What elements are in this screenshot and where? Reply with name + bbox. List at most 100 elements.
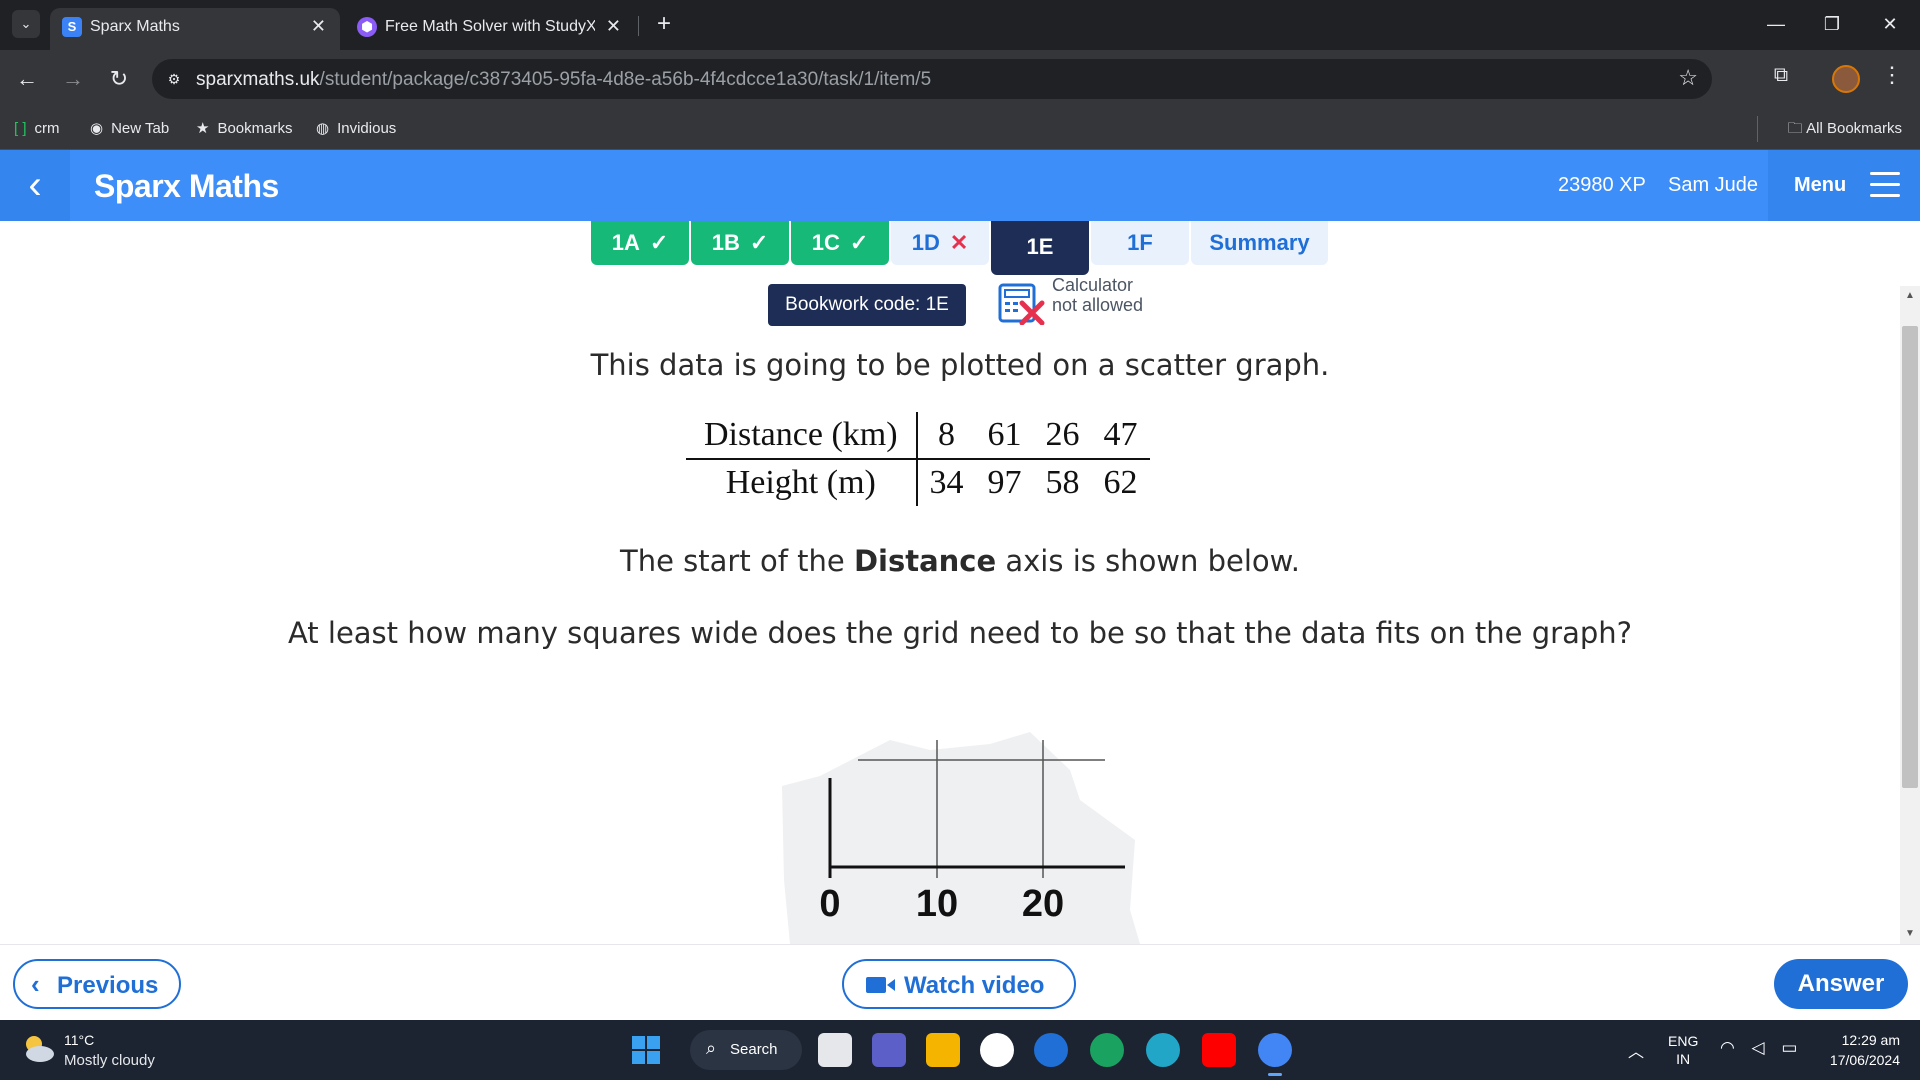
back-chevron-icon[interactable]: ‹ bbox=[0, 150, 70, 221]
globe-icon: ◉ bbox=[90, 120, 104, 137]
watch-video-button[interactable]: Watch video bbox=[842, 959, 1076, 1009]
language-indicator[interactable]: ENG IN bbox=[1668, 1032, 1698, 1068]
bookmarks-bar: [ ] crm ◉ New Tab ★ Bookmarks ◍ Invidious 🗀 … bbox=[0, 108, 1920, 150]
answer-button[interactable]: Answer bbox=[1774, 959, 1908, 1009]
minimize-icon[interactable]: — bbox=[1756, 10, 1796, 38]
scrollbar-thumb[interactable] bbox=[1902, 326, 1918, 788]
task-tab-1d[interactable]: 1D ✕ bbox=[891, 221, 989, 265]
weather-description[interactable]: Mostly cloudy bbox=[64, 1052, 155, 1069]
tab-title: Free Math Solver with StudyX M bbox=[385, 18, 595, 35]
chevron-left-icon: ‹ bbox=[31, 969, 40, 999]
file-explorer-icon[interactable] bbox=[926, 1033, 960, 1067]
xp-counter: 23980 XP bbox=[1558, 174, 1646, 196]
task-tab-1b[interactable]: 1B ✓ bbox=[691, 221, 789, 265]
check-icon: ✓ bbox=[649, 230, 669, 255]
restore-icon[interactable]: ❐ bbox=[1812, 10, 1852, 38]
reload-icon[interactable]: ↻ bbox=[104, 64, 134, 94]
all-bookmarks[interactable]: 🗀 All Bookmarks bbox=[1788, 118, 1902, 140]
table-cell: 61 bbox=[975, 412, 1034, 460]
table-cell: 26 bbox=[1033, 412, 1092, 460]
bookmark-bookmarks[interactable]: ★ Bookmarks bbox=[196, 118, 292, 140]
bookmark-new-tab[interactable]: ◉ New Tab bbox=[90, 118, 169, 140]
extensions-puzzle-icon[interactable]: ⧉ bbox=[1766, 64, 1796, 94]
site-info-icon[interactable]: ⚙ bbox=[162, 67, 186, 91]
tab-divider bbox=[638, 16, 639, 36]
windows-start-icon[interactable] bbox=[632, 1036, 660, 1064]
tray-wifi-volume-battery-icons[interactable]: ◠ ◁ ▭ bbox=[1720, 1038, 1803, 1058]
brand-title: Sparx Maths bbox=[94, 168, 279, 204]
url-text: sparxmaths.uk/student/package/c3873405-9… bbox=[196, 69, 932, 90]
sparx-header: ‹ Sparx Maths 23980 XP Sam Jude Menu bbox=[0, 150, 1920, 221]
system-clock[interactable]: 12:29 am 17/06/2024 bbox=[1810, 1030, 1900, 1070]
cross-icon: ✕ bbox=[949, 230, 969, 255]
folder-icon: 🗀 bbox=[1787, 120, 1807, 137]
browser-menu-icon[interactable]: ⋮ bbox=[1880, 62, 1904, 92]
table-cell: 47 bbox=[1091, 412, 1150, 460]
task-tab-1e[interactable]: 1E bbox=[991, 221, 1089, 275]
help-icon[interactable] bbox=[1034, 1033, 1068, 1067]
scroll-down-arrow-icon[interactable]: ▼ bbox=[1904, 928, 1916, 939]
user-name: Sam Jude bbox=[1668, 174, 1759, 196]
tab-title: Sparx Maths bbox=[90, 18, 180, 35]
back-arrow-icon[interactable]: ← bbox=[12, 64, 42, 94]
bookmark-invidious[interactable]: ◍ Invidious bbox=[316, 118, 396, 140]
table-cell: 8 bbox=[916, 412, 976, 460]
chrome-icon[interactable] bbox=[1258, 1033, 1292, 1076]
profile-avatar[interactable] bbox=[1832, 65, 1860, 93]
forward-arrow-icon[interactable]: → bbox=[58, 64, 88, 94]
task-tab-1f[interactable]: 1F bbox=[1091, 221, 1189, 265]
task-tab-summary[interactable]: Summary bbox=[1191, 221, 1328, 265]
tick-label-0: 0 bbox=[819, 883, 840, 925]
row-header-height: Height (m) bbox=[686, 459, 918, 506]
table-row: Height (m) 34 97 58 62 bbox=[686, 459, 1150, 506]
tick-label-20: 20 bbox=[1022, 883, 1064, 925]
browser-tab-studyx[interactable]: ⬢ Free Math Solver with StudyX M ✕ bbox=[345, 8, 635, 50]
task-tab-1c[interactable]: 1C ✓ bbox=[791, 221, 889, 265]
check-icon: ✓ bbox=[849, 230, 869, 255]
search-icon: ⌕ bbox=[706, 1038, 717, 1058]
teams-icon[interactable] bbox=[872, 1033, 906, 1067]
distance-axis-graphic: 0 10 20 bbox=[782, 732, 1140, 944]
tab-close-icon[interactable]: ✕ bbox=[311, 16, 326, 37]
edge-dev-icon[interactable] bbox=[1146, 1033, 1180, 1067]
close-window-icon[interactable]: ✕ bbox=[1870, 10, 1910, 38]
star-icon: ★ bbox=[196, 120, 210, 137]
task-tab-1a[interactable]: 1A ✓ bbox=[591, 221, 689, 265]
browser-tab-sparx[interactable]: S Sparx Maths ✕ bbox=[50, 8, 340, 50]
tab-search-chevron-icon[interactable]: ⌄ bbox=[12, 10, 40, 38]
cloudy-weather-icon[interactable] bbox=[20, 1030, 56, 1066]
edge-icon[interactable] bbox=[1090, 1033, 1124, 1067]
previous-button[interactable]: ‹ Previous bbox=[13, 959, 181, 1009]
tray-overflow-chevron-icon[interactable]: ︿ bbox=[1628, 1038, 1644, 1062]
bookwork-code: Bookwork code: 1E bbox=[768, 284, 966, 326]
address-bar[interactable]: ⚙ sparxmaths.uk/student/package/c3873405… bbox=[152, 59, 1712, 99]
video-camera-icon bbox=[866, 977, 895, 993]
tab-close-icon[interactable]: ✕ bbox=[606, 16, 621, 37]
calculator-not-allowed-icon bbox=[998, 283, 1045, 325]
scroll-up-arrow-icon[interactable]: ▲ bbox=[1904, 290, 1916, 301]
youtube-icon[interactable] bbox=[1202, 1033, 1236, 1067]
windows-taskbar: 11°C Mostly cloudy ⌕ Search ︿ ENG IN ◠ ◁ … bbox=[0, 1020, 1920, 1080]
table-cell: 34 bbox=[929, 464, 964, 501]
new-tab-plus-icon[interactable]: + bbox=[650, 10, 678, 38]
browser-tabstrip: ⌄ S Sparx Maths ✕ ⬢ Free Math Solver wit… bbox=[0, 0, 1920, 50]
task-view-icon[interactable] bbox=[818, 1033, 852, 1067]
chatgpt-icon[interactable] bbox=[980, 1033, 1014, 1067]
taskbar-search[interactable]: ⌕ Search bbox=[690, 1030, 802, 1070]
data-table: Distance (km) 8 61 26 47 Height (m) 34 9… bbox=[686, 412, 1150, 506]
bookmark-star-icon[interactable]: ☆ bbox=[1678, 65, 1698, 91]
table-cell: 97 bbox=[987, 464, 1022, 501]
table-cell: 62 bbox=[1103, 464, 1138, 501]
browser-toolbar: ← → ↻ ⚙ sparxmaths.uk/student/package/c3… bbox=[0, 50, 1920, 108]
menu-button[interactable]: Menu bbox=[1768, 150, 1920, 221]
invidious-icon: ◍ bbox=[316, 120, 330, 137]
weather-temperature[interactable]: 11°C bbox=[64, 1032, 94, 1048]
footer-divider bbox=[0, 944, 1920, 945]
table-row: Distance (km) 8 61 26 47 bbox=[686, 412, 1150, 460]
tick-label-10: 10 bbox=[916, 883, 958, 925]
sparx-favicon-icon: S bbox=[62, 17, 82, 37]
hamburger-icon bbox=[1870, 172, 1900, 198]
axis-note: The start of the Distance axis is shown … bbox=[620, 544, 1300, 578]
bookmark-crm[interactable]: [ ] crm bbox=[14, 118, 60, 140]
question-prompt: At least how many squares wide does the … bbox=[287, 616, 1633, 650]
